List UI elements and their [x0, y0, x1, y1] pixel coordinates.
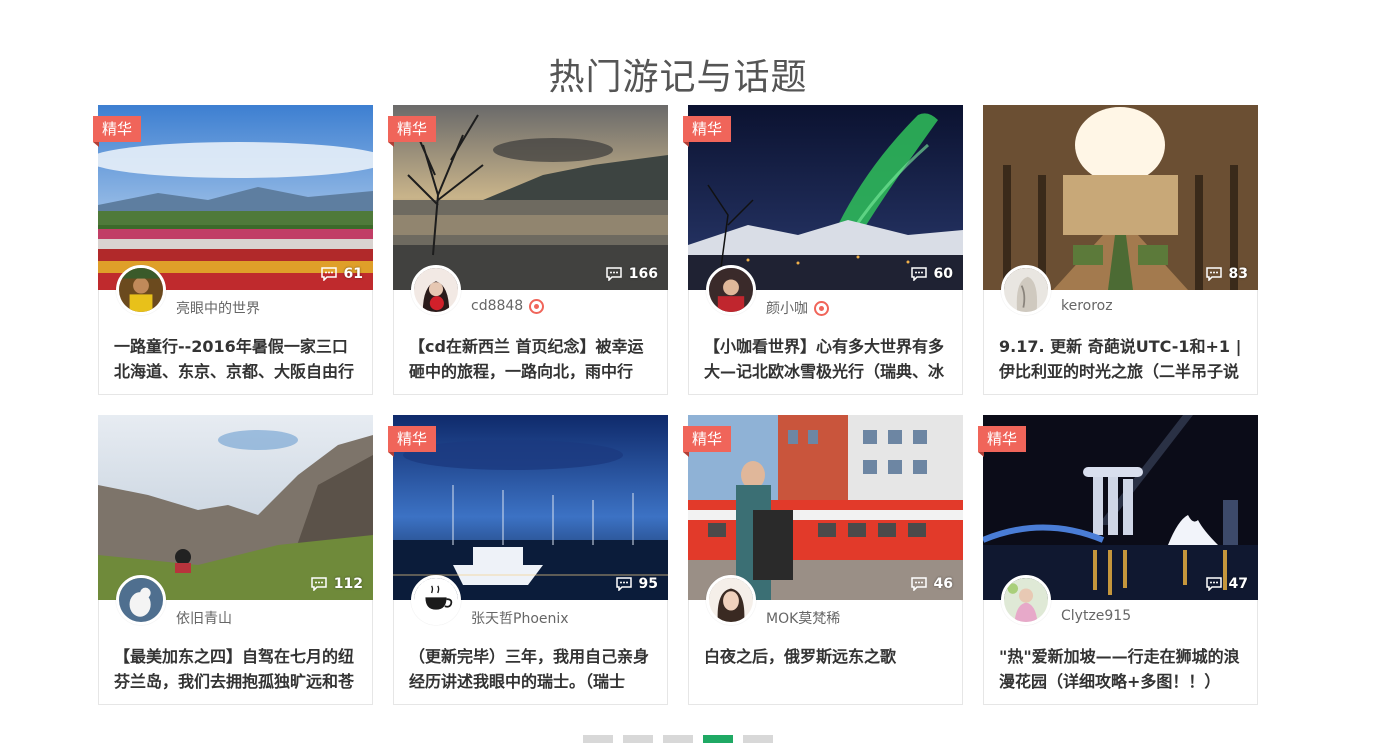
comment-icon [910, 577, 927, 591]
author-avatar[interactable] [706, 265, 756, 315]
featured-badge: 精华 [388, 116, 437, 147]
pager-dot-5[interactable] [743, 735, 773, 743]
note-title[interactable]: 9.17. 更新 奇葩说UTC-1和+1 | 伊比利亚的时光之旅（二半吊子说 [999, 334, 1247, 384]
comment-icon [320, 267, 337, 281]
author-info[interactable]: 颜小咖 [766, 298, 829, 318]
author-name[interactable]: cd8848 [471, 298, 523, 314]
author-name[interactable]: 张天哲Phoenix [471, 608, 569, 628]
author-info[interactable]: 依旧青山 [176, 608, 232, 628]
comment-icon [910, 267, 927, 281]
author-avatar[interactable] [1001, 265, 1051, 315]
author-name[interactable]: 依旧青山 [176, 608, 232, 628]
note-title[interactable]: "热"爱新加坡——行走在狮城的浪漫花园（详细攻略+多图！！） [999, 644, 1247, 694]
note-title[interactable]: 【小咖看世界】心有多大世界有多大—记北欧冰雪极光行（瑞典、冰 [704, 334, 952, 384]
comment-count: 46 [910, 576, 953, 592]
author-name[interactable]: 颜小咖 [766, 298, 808, 318]
pager-dot-2[interactable] [623, 735, 653, 743]
comment-count-value: 166 [628, 266, 658, 282]
card-thumbnail[interactable] [98, 415, 373, 600]
comment-icon [606, 267, 622, 281]
comment-count-value: 83 [1228, 266, 1248, 282]
featured-badge: 精华 [683, 426, 732, 457]
featured-badge: 精华 [93, 116, 142, 147]
travel-note-card[interactable]: 精华 46 MOK莫梵稀 白夜之后，俄罗斯远东之歌 [683, 415, 963, 705]
travel-note-card[interactable]: 精华 47 Clytze915 "热"爱新加坡——行走在狮城的浪漫花园（详细攻略… [978, 415, 1258, 705]
featured-badge: 精华 [388, 426, 437, 457]
verified-icon [814, 300, 829, 316]
travel-note-card[interactable]: 83 keroroz 9.17. 更新 奇葩说UTC-1和+1 | 伊比利亚的时… [983, 105, 1258, 395]
comment-count: 47 [1205, 576, 1248, 592]
author-info[interactable]: 亮眼中的世界 [176, 298, 260, 318]
travel-notes-grid: 精华 61 亮眼中的世界 一路童行--2016年暑假一家三口北海道、东京、京都、… [93, 105, 1258, 705]
comment-icon [1205, 577, 1222, 591]
pager-dot-1[interactable] [583, 735, 613, 743]
author-avatar[interactable] [706, 575, 756, 625]
comment-count: 112 [311, 576, 363, 592]
note-title[interactable]: 白夜之后，俄罗斯远东之歌 [704, 644, 952, 669]
author-avatar[interactable] [116, 265, 166, 315]
comment-count: 166 [606, 266, 658, 282]
comment-count: 61 [320, 266, 363, 282]
comment-icon [311, 577, 327, 591]
travel-note-card[interactable]: 精华 60 颜小咖 【小咖看世界】心有多大世界有多大—记北欧冰雪极光行（瑞典、冰 [683, 105, 963, 395]
pager-dot-4[interactable] [703, 735, 733, 743]
author-avatar[interactable] [411, 575, 461, 625]
comment-count-value: 112 [333, 576, 363, 592]
author-name[interactable]: keroroz [1061, 298, 1113, 314]
author-info[interactable]: 张天哲Phoenix [471, 608, 569, 628]
author-name[interactable]: Clytze915 [1061, 608, 1131, 624]
note-title[interactable]: 【cd在新西兰 首页纪念】被幸运砸中的旅程，一路向北，雨中行 [409, 334, 657, 384]
note-title[interactable]: （更新完毕）三年，我用自己亲身经历讲述我眼中的瑞士。（瑞士 [409, 644, 657, 694]
verified-icon [529, 298, 545, 314]
author-name[interactable]: MOK莫梵稀 [766, 608, 840, 628]
author-name[interactable]: 亮眼中的世界 [176, 298, 260, 318]
carousel-pager [583, 735, 773, 743]
author-info[interactable]: cd8848 [471, 298, 545, 314]
travel-note-card[interactable]: 精华 61 亮眼中的世界 一路童行--2016年暑假一家三口北海道、东京、京都、… [93, 105, 373, 395]
author-info[interactable]: Clytze915 [1061, 608, 1131, 624]
travel-note-card[interactable]: 112 依旧青山 【最美加东之四】自驾在七月的纽芬兰岛，我们去拥抱孤独旷远和苍 [98, 415, 373, 705]
featured-badge: 精华 [978, 426, 1027, 457]
comment-count-value: 61 [343, 266, 363, 282]
comment-count-value: 46 [933, 576, 953, 592]
comment-count: 83 [1205, 266, 1248, 282]
travel-note-card[interactable]: 精华 166 cd8848 【cd在新西兰 首页纪念】被幸运砸中的旅程，一路向北… [388, 105, 668, 395]
featured-badge: 精华 [683, 116, 732, 147]
comment-count-value: 47 [1228, 576, 1248, 592]
author-avatar[interactable] [1001, 575, 1051, 625]
card-thumbnail[interactable] [983, 105, 1258, 290]
comment-count-value: 60 [933, 266, 953, 282]
comment-count: 60 [910, 266, 953, 282]
comment-count: 95 [615, 576, 658, 592]
author-avatar[interactable] [116, 575, 166, 625]
section-title: 热门游记与话题 [548, 57, 808, 99]
note-title[interactable]: 【最美加东之四】自驾在七月的纽芬兰岛，我们去拥抱孤独旷远和苍 [114, 644, 362, 694]
author-info[interactable]: keroroz [1061, 298, 1113, 314]
travel-note-card[interactable]: 精华 95 张天哲Phoenix （更新完毕）三年，我用自己亲身经历讲述我眼中的… [388, 415, 668, 705]
comment-count-value: 95 [638, 576, 658, 592]
pager-dot-3[interactable] [663, 735, 693, 743]
comment-icon [615, 577, 632, 591]
author-avatar[interactable] [411, 265, 461, 315]
comment-icon [1205, 267, 1222, 281]
author-info[interactable]: MOK莫梵稀 [766, 608, 840, 628]
note-title[interactable]: 一路童行--2016年暑假一家三口北海道、东京、京都、大阪自由行 [114, 334, 362, 384]
